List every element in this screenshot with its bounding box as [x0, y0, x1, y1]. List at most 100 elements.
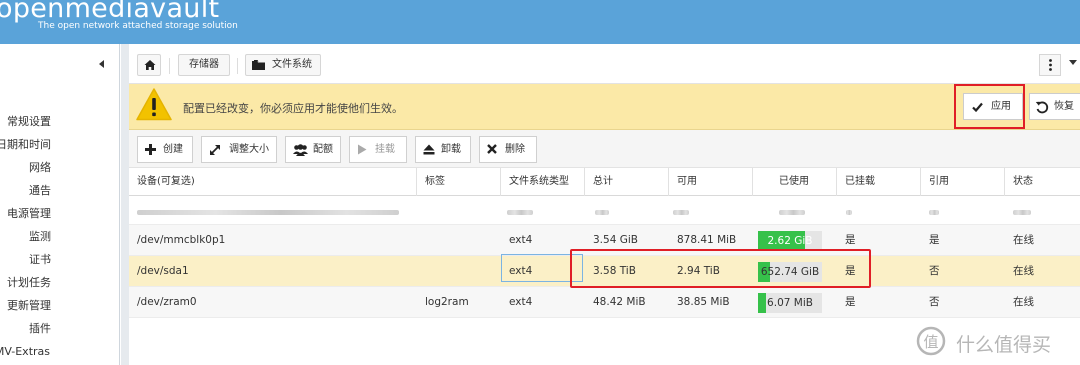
unmount-label: 卸载 [441, 144, 461, 155]
sidebar-item-label: OMV-Extras [0, 345, 50, 358]
notice-message: 配置已经改变，你必须应用才能使他们生效。 [183, 102, 403, 115]
create-button[interactable]: 创建 [137, 136, 193, 163]
cell-type: ext4 [509, 265, 533, 277]
sidebar-item-cron[interactable]: 计划任务 [0, 271, 119, 294]
cell-status: 在线 [1013, 265, 1034, 277]
brand-tagline: The open network attached storage soluti… [38, 21, 238, 31]
cell-status: 在线 [1013, 296, 1034, 308]
redacted-device [137, 210, 399, 215]
sidebar-splitter[interactable] [121, 44, 129, 365]
pending-changes-notice: 配置已经改变，你必须应用才能使他们生效。 应用 恢复 [129, 84, 1080, 130]
redacted-type [507, 210, 533, 215]
sidebar-nav: 常规设置 日期和时间 网络 通告 电源管理 监测 证书 计划任务 更新管理 插件… [0, 110, 119, 363]
cell-type: ext4 [509, 296, 533, 308]
folder-icon [252, 60, 265, 70]
cell-used: 2.62 GiB [753, 225, 837, 256]
sidebar-item-label: 更新管理 [7, 299, 51, 312]
cell-device: /dev/sda1 [137, 265, 189, 277]
redacted-used [779, 210, 805, 215]
breadcrumb: 存储器 文件系统 [129, 44, 1080, 84]
usage-bar-text: 6.07 MiB [767, 297, 813, 309]
undo-icon [1035, 101, 1049, 114]
breadcrumb-divider [237, 58, 238, 74]
table-row-obscured[interactable] [129, 196, 1080, 225]
eject-icon [423, 144, 435, 155]
sidebar-item-general[interactable]: 常规设置 [0, 110, 119, 133]
column-header-device[interactable]: 设备(可复选) [129, 168, 417, 196]
redacted-available [673, 210, 689, 215]
sidebar-item-label: 网络 [29, 161, 51, 174]
sidebar-item-datetime[interactable]: 日期和时间 [0, 133, 119, 156]
column-header-type[interactable]: 文件系统类型 [501, 168, 585, 196]
cell-device: /dev/mmcblk0p1 [137, 234, 226, 246]
redacted-status [1013, 210, 1031, 215]
revert-label: 恢复 [1054, 101, 1074, 112]
column-header-referenced[interactable]: 引用 [921, 168, 1005, 196]
redacted-mounted [846, 210, 852, 215]
sidebar-item-network[interactable]: 网络 [0, 156, 119, 179]
sidebar-item-notification[interactable]: 通告 [0, 179, 119, 202]
delete-button[interactable]: 删除 [479, 136, 537, 163]
sidebar-item-label: 插件 [29, 322, 51, 335]
sidebar-item-label: 证书 [29, 253, 51, 266]
usage-bar-text: 2.62 GiB [767, 235, 813, 247]
apply-button[interactable]: 应用 [963, 93, 1023, 120]
column-header-label[interactable]: 标签 [417, 168, 501, 196]
sidebar-item-monitoring[interactable]: 监测 [0, 225, 119, 248]
table-row[interactable]: /dev/zram0 log2ram ext4 48.42 MiB 38.85 … [129, 287, 1080, 318]
sidebar-item-certificates[interactable]: 证书 [0, 248, 119, 271]
app-header: openmediavault The open network attached… [0, 0, 1080, 44]
table-row[interactable]: /dev/mmcblk0p1 ext4 3.54 GiB 878.41 MiB … [129, 225, 1080, 256]
sidebar-collapse-icon[interactable] [96, 58, 108, 70]
sidebar-item-updates[interactable]: 更新管理 [0, 294, 119, 317]
cell-device: /dev/zram0 [137, 296, 197, 308]
cell-label: log2ram [425, 296, 469, 308]
column-header-status[interactable]: 状态 [1005, 168, 1080, 196]
unmount-button[interactable]: 卸载 [415, 136, 471, 163]
cell-mounted: 是 [845, 234, 856, 246]
column-header-used[interactable]: 已使用 [753, 168, 837, 196]
more-menu-button[interactable] [1039, 54, 1061, 76]
cell-label [417, 256, 501, 287]
column-header-mounted[interactable]: 已挂载 [837, 168, 921, 196]
home-button[interactable] [137, 54, 161, 76]
warning-icon [136, 88, 172, 121]
chevron-down-icon[interactable] [1067, 60, 1079, 70]
resize-button[interactable]: 调整大小 [201, 136, 277, 163]
redacted-total [595, 210, 609, 215]
sidebar-item-label: 常规设置 [7, 115, 51, 128]
table-row-selected[interactable]: /dev/sda1 ext4 3.58 TiB 2.94 TiB 652.74 … [129, 256, 1080, 287]
cell-total: 3.54 GiB [593, 234, 638, 246]
redacted-referenced [929, 210, 939, 215]
column-header-total[interactable]: 总计 [585, 168, 669, 196]
home-icon [144, 60, 156, 70]
sidebar-item-plugins[interactable]: 插件 [0, 317, 119, 340]
cell-status: 在线 [1013, 234, 1034, 246]
cell-mounted: 是 [845, 265, 856, 277]
sidebar-item-label: 通告 [29, 184, 51, 197]
plus-icon [145, 144, 156, 155]
sidebar-item-label: 计划任务 [7, 276, 51, 289]
cell-referenced: 否 [929, 296, 940, 308]
resize-label: 调整大小 [229, 144, 269, 155]
cell-mounted: 是 [845, 296, 856, 308]
breadcrumb-storage[interactable]: 存储器 [178, 54, 230, 76]
cell-total: 3.58 TiB [593, 265, 636, 277]
mount-button[interactable]: 挂载 [349, 136, 407, 163]
cell-referenced: 是 [929, 234, 940, 246]
quota-button[interactable]: 配额 [285, 136, 341, 163]
usage-bar: 652.74 GiB [758, 262, 822, 282]
apply-label: 应用 [991, 101, 1011, 112]
sidebar-item-label: 监测 [29, 230, 51, 243]
delete-label: 删除 [505, 144, 525, 155]
breadcrumb-filesystems[interactable]: 文件系统 [245, 54, 321, 76]
quota-label: 配额 [313, 144, 333, 155]
usage-bar: 6.07 MiB [758, 293, 822, 313]
sidebar-item-power[interactable]: 电源管理 [0, 202, 119, 225]
revert-button[interactable]: 恢复 [1029, 93, 1080, 120]
sidebar-item-omv-extras[interactable]: OMV-Extras [0, 340, 119, 363]
cell-available: 2.94 TiB [677, 265, 720, 277]
breadcrumb-divider [169, 58, 170, 74]
cell-available: 878.41 MiB [677, 234, 737, 246]
column-header-available[interactable]: 可用 [669, 168, 753, 196]
